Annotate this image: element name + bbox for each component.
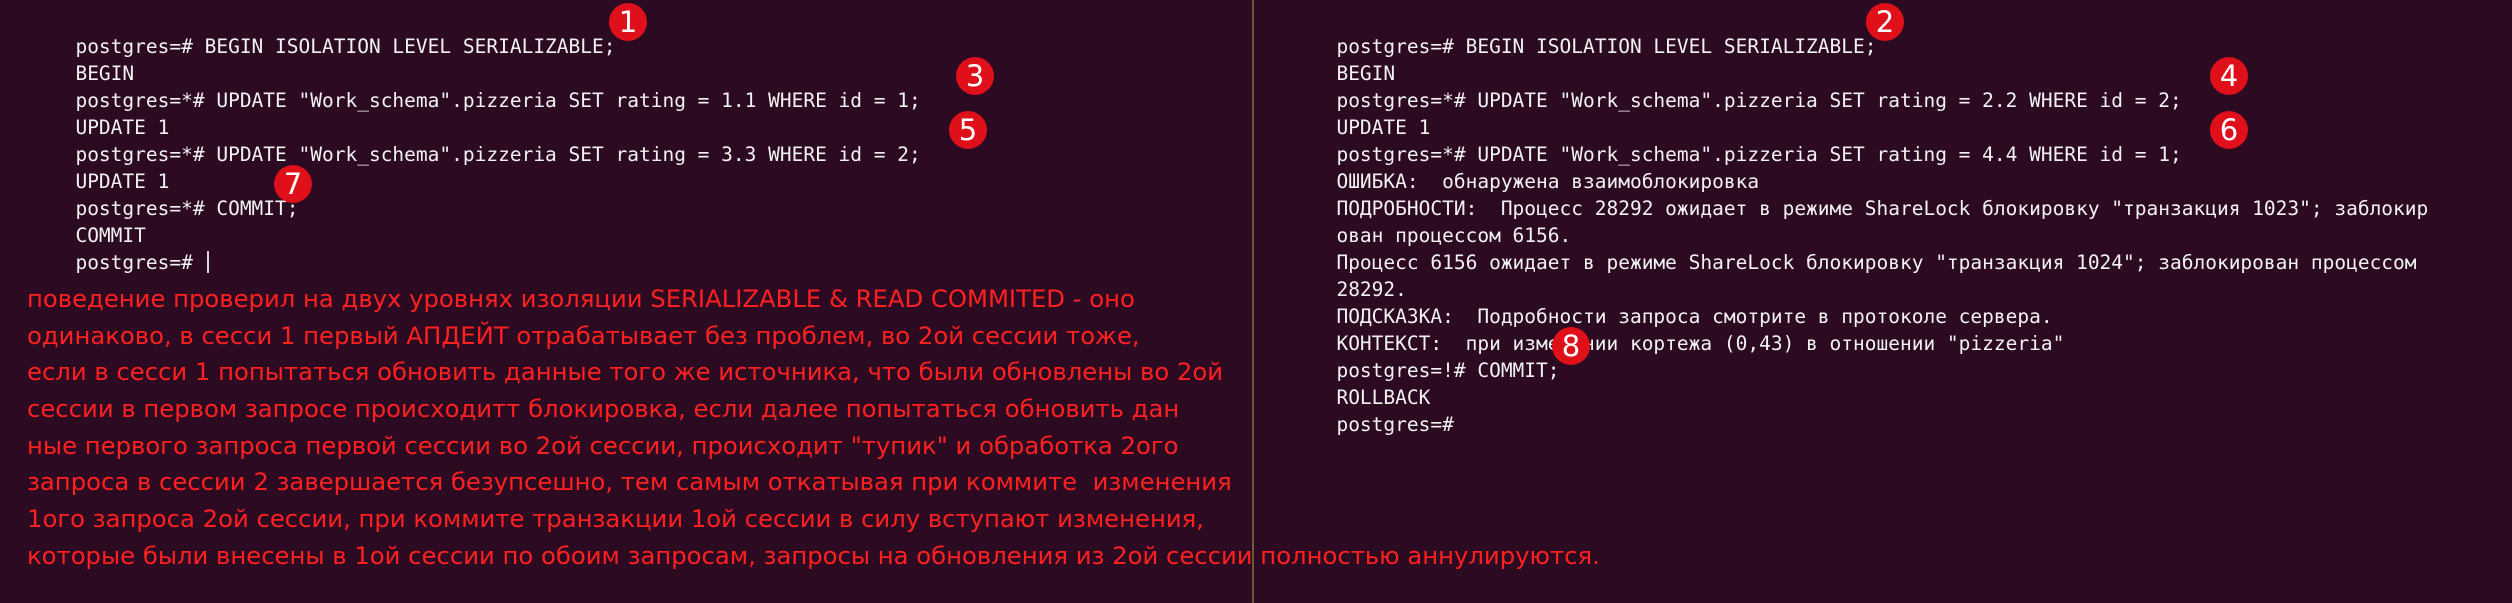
terminal-line: BEGIN [1266, 33, 2512, 85]
terminal-line: UPDATE 1 [5, 87, 1252, 139]
annotation-line: 1ого запроса 2ой сессии, при коммите тра… [27, 504, 1204, 534]
annotation-line: поведение проверил на двух уровнях изоля… [27, 284, 1135, 313]
annotation-line: которые были внесены в 1ой сессии по обо… [27, 540, 1600, 570]
terminal-line: postgres=# BEGIN ISOLATION LEVEL SERIALI… [5, 3, 1252, 58]
text-cursor [206, 251, 209, 273]
terminal-line: ован процессом 6156. [1266, 195, 2512, 247]
terminal-line: COMMIT [5, 195, 1252, 247]
terminal-line: Процесс 6156 ожидает в режиме ShareLock … [1266, 222, 2512, 274]
annotation-line: сессии в первом запросе происходитт блок… [27, 394, 1180, 424]
annotation-line: одинаково, в сесси 1 первый АПДЕЙТ отраб… [27, 320, 1140, 350]
terminal-line: postgres=*# UPDATE "Work_schema".pizzeri… [1266, 57, 2512, 112]
annotation-line: запроса в сессии 2 завершается безупсешн… [27, 467, 1232, 497]
terminal-line: ПОДРОБНОСТИ: Процесс 28292 ожидает в реж… [1266, 168, 2512, 220]
terminal-line: BEGIN [5, 33, 1252, 85]
terminal-line: ОШИБКА: обнаружена взаимоблокировка [1266, 141, 2512, 193]
terminal-prompt-line[interactable]: postgres=# [5, 222, 1252, 274]
terminal-line: postgres=# BEGIN ISOLATION LEVEL SERIALI… [1266, 3, 2512, 58]
terminal-line: UPDATE 1 [1266, 87, 2512, 139]
terminal-line: postgres=*# UPDATE "Work_schema".pizzeri… [1266, 111, 2512, 166]
annotation-text-block: поведение проверил на двух уровнях изоля… [27, 281, 1687, 575]
annotation-line: ные первого запроса первой сессии во 2ой… [27, 430, 1179, 460]
terminal-line: UPDATE 1 [5, 141, 1252, 193]
terminal-line: 28292. [1266, 249, 2512, 301]
terminal-line: postgres=*# UPDATE "Work_schema".pizzeri… [5, 57, 1252, 112]
terminal-prompt: postgres=# [75, 251, 205, 274]
screen: postgres=# BEGIN ISOLATION LEVEL SERIALI… [0, 0, 2512, 603]
terminal-line: postgres=*# COMMIT; 7 [5, 165, 1252, 220]
annotation-line: если в сесси 1 попытаться обновить данны… [27, 357, 1224, 387]
terminal-line: postgres=*# UPDATE "Work_schema".pizzeri… [5, 111, 1252, 166]
